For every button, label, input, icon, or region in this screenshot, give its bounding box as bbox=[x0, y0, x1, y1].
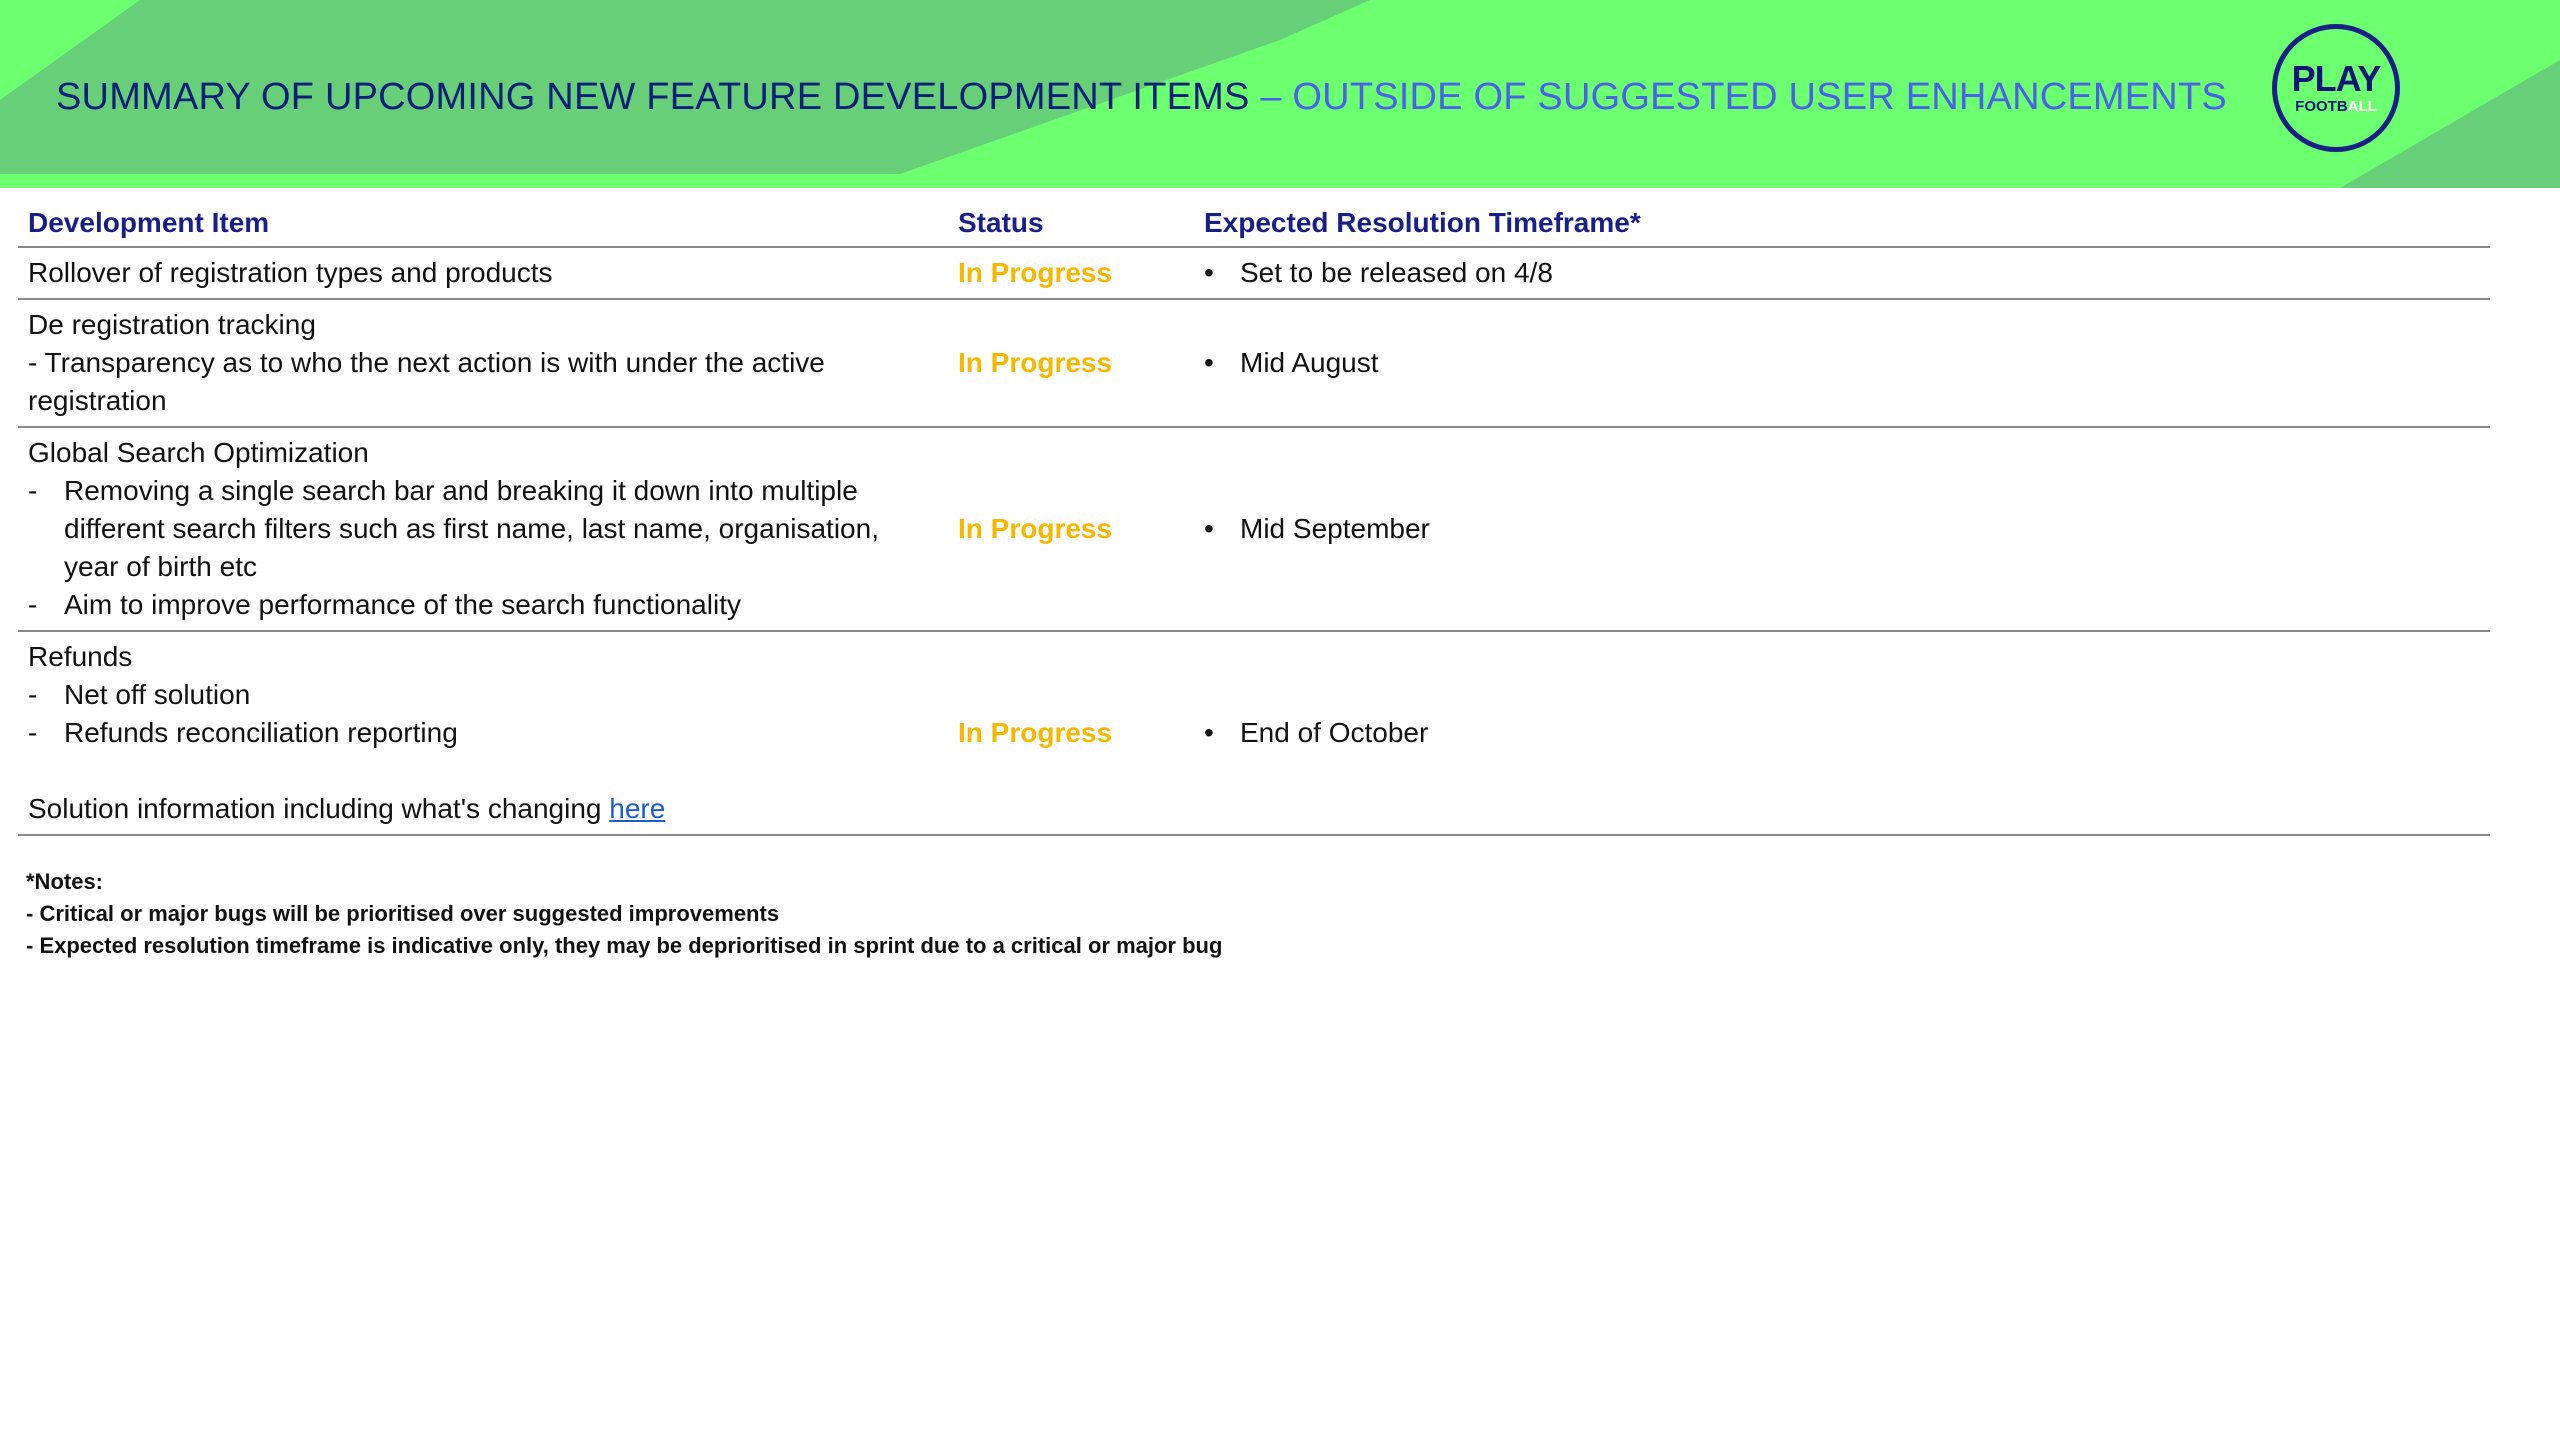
dash-marker: - bbox=[28, 717, 38, 748]
timeframe-value: Mid August bbox=[1240, 347, 1379, 378]
bullet-icon: • bbox=[1204, 257, 1214, 288]
logo-text-bottom-a: FOOTB bbox=[2295, 98, 2348, 115]
table-row: De registration tracking - Transparency … bbox=[18, 299, 2490, 428]
item-cell: Rollover of registration types and produ… bbox=[18, 247, 948, 300]
timeframe-value: Set to be released on 4/8 bbox=[1240, 257, 1553, 288]
column-header-item: Development Item bbox=[18, 200, 948, 248]
page-title-sub: – OUTSIDE OF SUGGESTED USER ENHANCEMENTS bbox=[1260, 76, 2227, 118]
play-football-logo: PLAY FOOTBALL bbox=[2272, 24, 2400, 152]
header-banner: SUMMARY OF UPCOMING NEW FEATURE DEVELOPM… bbox=[0, 0, 2560, 188]
list-item-text: Removing a single search bar and breakin… bbox=[64, 475, 879, 582]
timeframe-cell: • Mid September bbox=[1194, 427, 2490, 632]
development-items-table: Development Item Status Expected Resolut… bbox=[18, 200, 2490, 836]
timeframe-cell: • Mid August bbox=[1194, 299, 2490, 428]
column-header-timeframe: Expected Resolution Timeframe* bbox=[1194, 200, 2490, 248]
bullet-icon: • bbox=[1204, 717, 1214, 748]
notes-line: - Critical or major bugs will be priorit… bbox=[26, 901, 780, 926]
table-row: Rollover of registration types and produ… bbox=[18, 247, 2490, 300]
dash-marker: - bbox=[28, 475, 38, 506]
solution-info-link[interactable]: here bbox=[609, 793, 665, 824]
column-header-status: Status bbox=[948, 200, 1194, 248]
page-title: SUMMARY OF UPCOMING NEW FEATURE DEVELOPM… bbox=[56, 76, 2227, 119]
status-badge: In Progress bbox=[948, 247, 1194, 300]
bullet-icon: • bbox=[1204, 347, 1214, 378]
timeframe-value: Mid September bbox=[1240, 513, 1430, 544]
item-title: Global Search Optimization bbox=[28, 437, 369, 468]
list-item: - Refunds reconciliation reporting bbox=[28, 714, 938, 752]
table-row: Refunds - Net off solution - Refunds recon… bbox=[18, 631, 2490, 836]
dash-marker: - bbox=[28, 589, 38, 620]
timeframe-cell: • Set to be released on 4/8 bbox=[1194, 247, 2490, 300]
logo-text-top: PLAY bbox=[2291, 58, 2382, 99]
table-header-row: Development Item Status Expected Resolut… bbox=[18, 200, 2490, 248]
list-item-text: Aim to improve performance of the search… bbox=[64, 589, 741, 620]
timeframe-cell: • End of October bbox=[1194, 631, 2490, 836]
item-cell: De registration tracking - Transparency … bbox=[18, 299, 948, 428]
item-title: Refunds bbox=[28, 641, 133, 672]
table-row: Global Search Optimization - Removing a s… bbox=[18, 427, 2490, 632]
notes-section: *Notes: - Critical or major bugs will be… bbox=[26, 866, 1222, 962]
status-badge: In Progress bbox=[948, 427, 1194, 632]
list-item-text: Refunds reconciliation reporting bbox=[64, 717, 458, 748]
timeframe-value: End of October bbox=[1240, 717, 1429, 748]
logo-text-bottom-b: ALL bbox=[2347, 98, 2377, 115]
list-item-text: Net off solution bbox=[64, 679, 251, 710]
notes-line: - Expected resolution timeframe is indic… bbox=[26, 933, 1223, 958]
item-cell: Global Search Optimization - Removing a s… bbox=[18, 427, 948, 632]
notes-heading: *Notes: bbox=[26, 869, 104, 894]
list-item: - Aim to improve performance of the searc… bbox=[28, 586, 938, 624]
item-title: De registration tracking bbox=[28, 309, 316, 340]
dash-marker: - bbox=[28, 679, 38, 710]
solution-info-text: Solution information including what's ch… bbox=[28, 793, 602, 824]
item-cell: Refunds - Net off solution - Refunds recon… bbox=[18, 631, 948, 836]
item-title: Rollover of registration types and produ… bbox=[28, 257, 553, 288]
item-description: - Transparency as to who the next action… bbox=[28, 347, 825, 416]
list-item: - Removing a single search bar and breaki… bbox=[28, 472, 938, 586]
logo-text-bottom: FOOTBALL bbox=[2277, 99, 2395, 115]
page-title-main: SUMMARY OF UPCOMING NEW FEATURE DEVELOPM… bbox=[56, 76, 1250, 118]
status-badge: In Progress bbox=[948, 631, 1194, 836]
list-item: - Net off solution bbox=[28, 676, 938, 714]
bullet-icon: • bbox=[1204, 513, 1214, 544]
status-badge: In Progress bbox=[948, 299, 1194, 428]
solution-info: Solution information including what's ch… bbox=[28, 790, 938, 828]
